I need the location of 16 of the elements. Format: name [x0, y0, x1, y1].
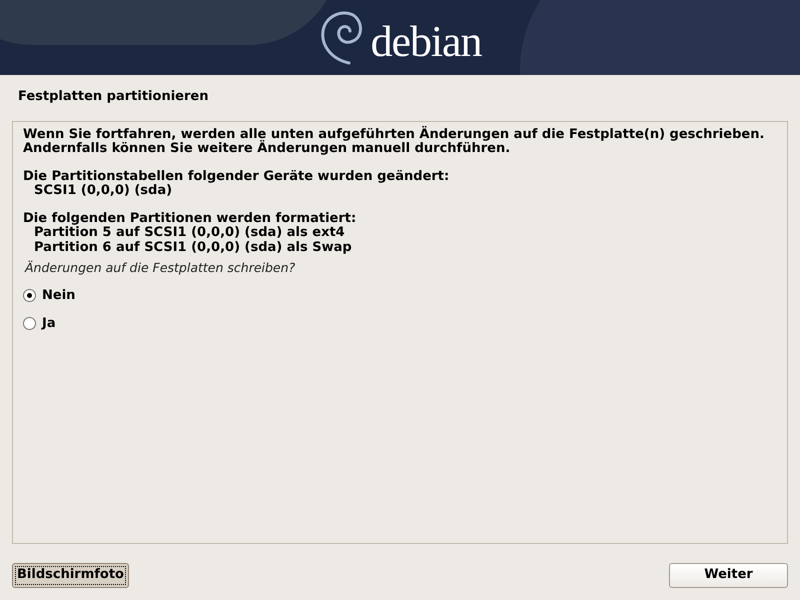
continue-button[interactable]: Weiter [669, 562, 788, 588]
radio-option[interactable]: Nein [23, 288, 76, 304]
message-item: SCSI1 (0,0,0) (sda) [33, 184, 172, 198]
logo-text: debian [370, 16, 482, 64]
message-text: Andernfalls können Sie weitere Änderungen manuell durchführen. [23, 142, 510, 156]
radio-button[interactable] [23, 289, 36, 302]
radio-button[interactable] [23, 317, 36, 330]
message-text: Die Partitionstabellen folgender Geräte wurden geändert: [23, 170, 450, 184]
message-item: Partition 5 auf SCSI1 (0,0,0) (sda) als ext4 [33, 226, 345, 240]
question-text: Änderungen auf die Festplatten schreiben? [24, 259, 296, 277]
message-text: Die folgenden Partitionen werden formatiert: [23, 212, 356, 226]
page-title: Festplatten partitionieren [17, 88, 208, 106]
screenshot-button[interactable]: Bildschirmfoto [12, 562, 129, 588]
message-item: Partition 6 auf SCSI1 (0,0,0) (sda) als Swap [33, 240, 352, 255]
message-text: Wenn Sie fortfahren, werden alle unten aufgeführten Änderungen auf die Festplatte(n) geschrieben. [23, 128, 764, 142]
radio-option[interactable]: Ja [23, 316, 56, 332]
